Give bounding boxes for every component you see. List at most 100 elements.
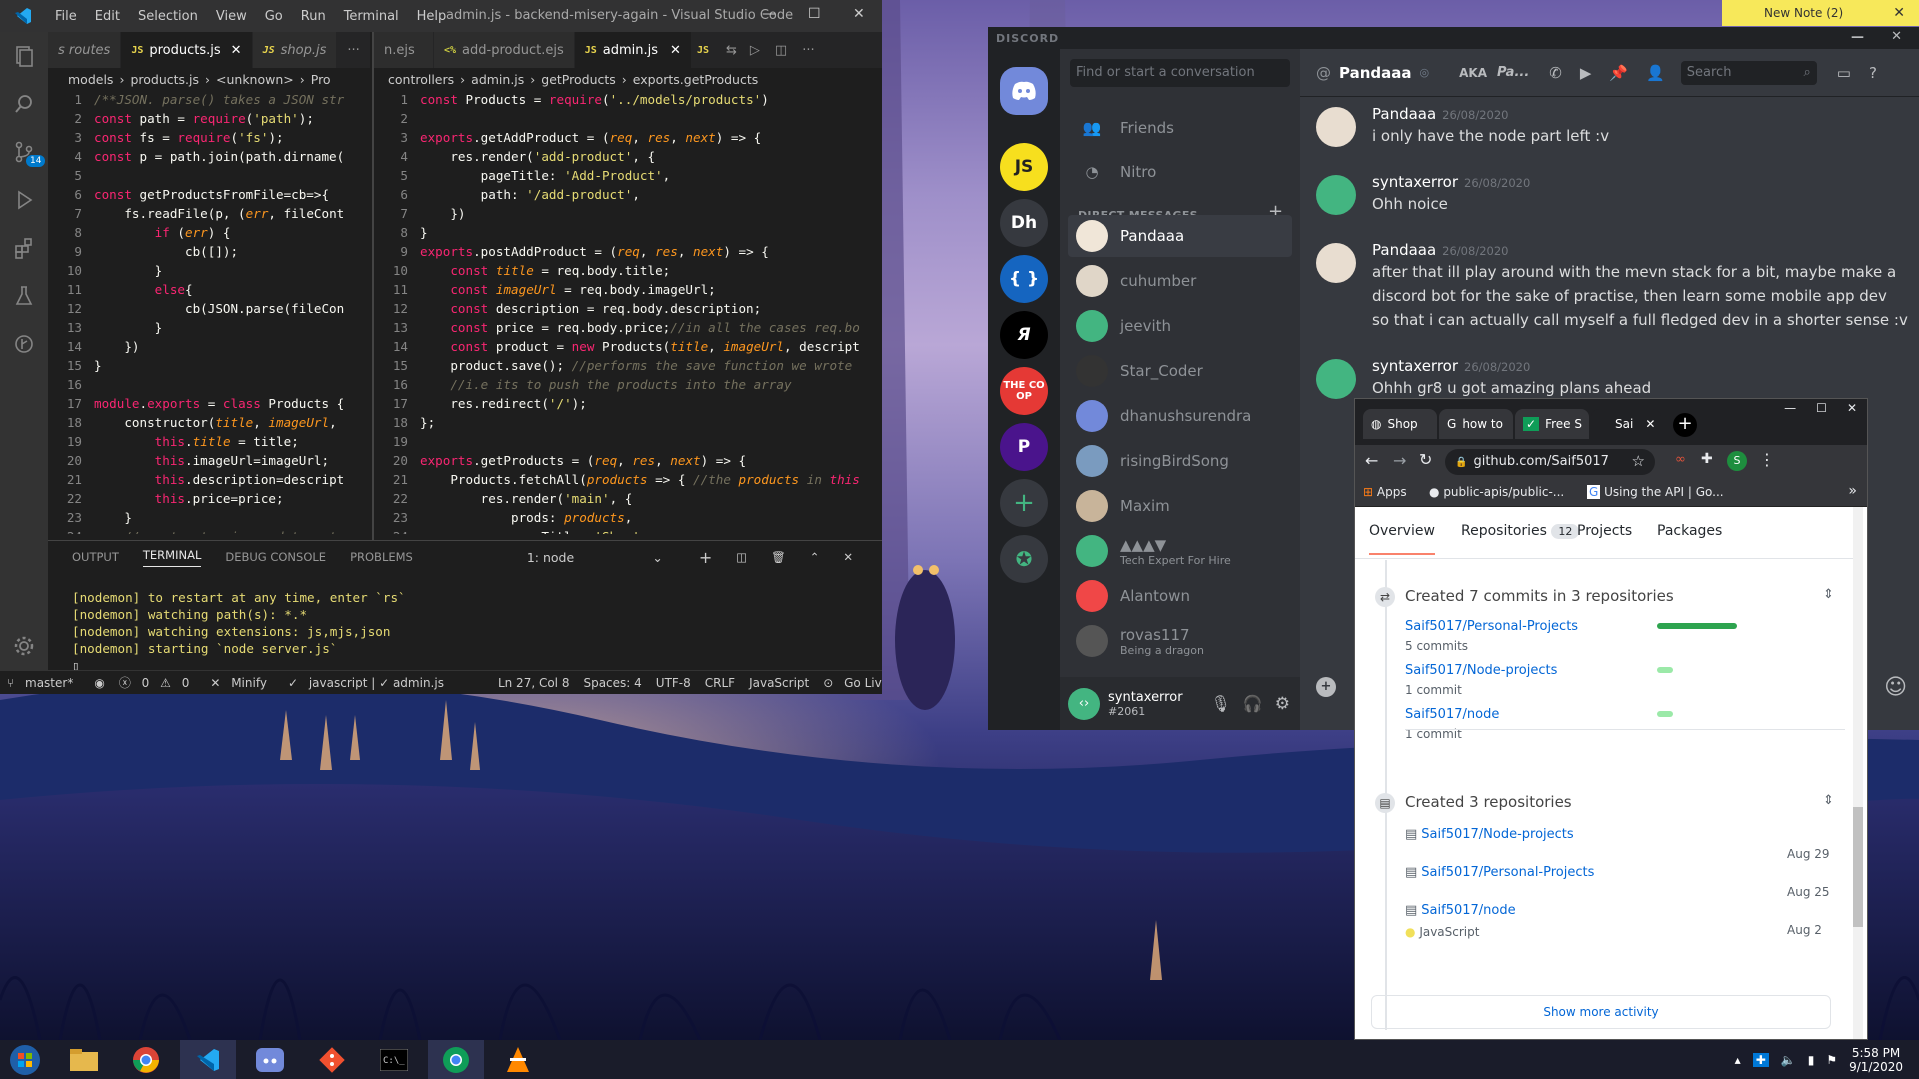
menu-run[interactable]: Run — [292, 9, 335, 24]
file-explorer-icon[interactable] — [56, 1040, 112, 1079]
maximize-icon[interactable]: ☐ — [1806, 399, 1837, 417]
message-author[interactable]: Pandaaa 26/08/2020 — [1372, 105, 1508, 123]
go-live-button[interactable]: ⊙ Go Live — [823, 676, 882, 690]
menu-terminal[interactable]: Terminal — [335, 9, 408, 24]
tab-products-js[interactable]: JS products.js ✕ — [121, 32, 253, 68]
close-tab-icon[interactable]: ✕ — [231, 43, 242, 58]
eslint-status[interactable]: ✓ javascript | ✓ admin.js — [288, 676, 451, 690]
network-icon[interactable]: ▮ — [1808, 1053, 1815, 1067]
action-center-icon[interactable]: ⚑ — [1826, 1053, 1837, 1067]
maximize-icon[interactable]: ☐ — [808, 6, 821, 22]
friends-link[interactable]: 👥 Friends — [1068, 107, 1292, 149]
tab-routes[interactable]: s routes — [48, 32, 122, 68]
trash-icon[interactable]: 🗑 — [771, 550, 786, 564]
expand-icon[interactable]: ⇕ — [1823, 793, 1834, 808]
repo-link[interactable]: ▤ Saif5017/Personal-Projects — [1405, 865, 1594, 880]
vscode-taskbar-icon[interactable] — [180, 1040, 236, 1079]
commit-repo-link[interactable]: Saif5017/Personal-Projects — [1405, 619, 1578, 634]
tab-projects[interactable]: Projects — [1577, 507, 1632, 555]
pin-icon[interactable]: 📌 — [1609, 64, 1628, 82]
dm-item[interactable]: risingBirdSong — [1068, 440, 1292, 482]
more-actions-icon[interactable]: ··· — [337, 32, 370, 68]
split-terminal-icon[interactable]: ◫ — [736, 550, 747, 564]
call-icon[interactable]: ✆ — [1549, 64, 1562, 82]
tab-add-product-ejs[interactable]: <% add-product.ejs — [434, 32, 575, 68]
language-status[interactable]: JavaScript — [749, 676, 809, 690]
bookmark-star-icon[interactable]: ☆ — [1632, 452, 1645, 470]
panel-tab-debug-console[interactable]: DEBUG CONSOLE — [225, 550, 326, 564]
message-author[interactable]: syntaxerror 26/08/2020 — [1372, 357, 1530, 375]
tray-expand-icon[interactable]: ▴ — [1735, 1053, 1741, 1067]
more-actions-icon[interactable]: ··· — [795, 32, 823, 68]
tab-shop[interactable]: ◍ Shop — [1363, 409, 1437, 439]
crumb-symbol[interactable]: Pro — [311, 72, 331, 87]
close-icon[interactable]: ✕ — [1837, 399, 1867, 417]
scrollbar[interactable] — [1853, 507, 1863, 1039]
help-icon[interactable]: ? — [1869, 64, 1877, 82]
menu-edit[interactable]: Edit — [86, 9, 129, 24]
eol-status[interactable]: CRLF — [705, 676, 735, 690]
extensions-icon[interactable] — [0, 224, 48, 272]
back-arrow-icon[interactable]: ← — [1365, 451, 1378, 470]
problems-status[interactable]: ⓧ 0 ⚠ 0 — [119, 674, 197, 691]
close-tab-icon[interactable]: ✕ — [670, 43, 681, 58]
cursor-position[interactable]: Ln 27, Col 8 — [498, 676, 570, 690]
terminal-output[interactable]: [nodemon] to restart at any time, enter … — [48, 573, 882, 674]
explorer-icon[interactable] — [0, 32, 48, 80]
dm-item[interactable]: Alantown — [1068, 575, 1292, 617]
left-code-editor[interactable]: 1/**JSON. parse() takes a JSON str 2 const… — [48, 90, 372, 534]
server-dh[interactable]: Dh — [1000, 199, 1048, 247]
minimize-icon[interactable]: — — [762, 6, 776, 22]
more-bookmarks-icon[interactable]: » — [1848, 483, 1857, 499]
close-icon[interactable]: ✕ — [843, 550, 853, 564]
run-icon[interactable]: ▷ — [742, 32, 768, 68]
crumb-models[interactable]: models — [68, 72, 113, 87]
address-bar[interactable]: 🔒 github.com/Saif5017 ☆ — [1445, 449, 1655, 475]
bookmark-public-apis[interactable]: ● public-apis/public-... — [1429, 485, 1564, 499]
chrome-window[interactable]: ◍ Shop Ghow to ✓ Free S Sai ✕ + — ☐ ✕ ← → ↻… — [1354, 398, 1868, 1040]
live-share-icon[interactable]: ◉ — [94, 676, 104, 690]
emoji-icon[interactable]: ☺ — [1884, 675, 1907, 700]
terminal-taskbar-icon[interactable]: C:\_ — [366, 1040, 422, 1079]
vlc-taskbar-icon[interactable] — [490, 1040, 546, 1079]
sticky-note-window[interactable]: New Note (2) ✕ — [1722, 0, 1919, 26]
clock[interactable]: 5:58 PM 9/1/2020 — [1849, 1046, 1903, 1074]
add-server-icon[interactable]: + — [1000, 479, 1048, 527]
terminal-select[interactable]: 1: node ⌄ — [515, 550, 675, 565]
menu-go[interactable]: Go — [256, 9, 292, 24]
menu-view[interactable]: View — [207, 9, 256, 24]
minimize-icon[interactable]: — — [1774, 399, 1806, 417]
chrome-active-taskbar-icon[interactable] — [428, 1040, 484, 1079]
crumb-controllers[interactable]: controllers — [388, 72, 454, 87]
crumb-function[interactable]: getProducts — [541, 72, 616, 87]
show-more-activity-button[interactable]: Show more activity — [1371, 995, 1831, 1029]
js-file-icon[interactable]: JS — [691, 32, 721, 68]
menu-kebab-icon[interactable]: ⋮ — [1759, 450, 1775, 469]
tab-how-to[interactable]: Ghow to — [1439, 409, 1513, 439]
crumb-file[interactable]: admin.js — [471, 72, 524, 87]
indentation-status[interactable]: Spaces: 4 — [583, 676, 641, 690]
avatar[interactable]: ‹› — [1068, 687, 1100, 720]
new-terminal-icon[interactable]: + — [699, 548, 712, 567]
repo-link[interactable]: ▤ Saif5017/Node-projects — [1405, 827, 1574, 842]
tab-shop-js[interactable]: JS shop.js — [252, 32, 338, 68]
message-author[interactable]: Pandaaa 26/08/2020 — [1372, 241, 1508, 259]
crumb-file[interactable]: products.js — [130, 72, 199, 87]
menu-file[interactable]: File — [46, 9, 86, 24]
close-tab-icon[interactable]: ✕ — [1645, 417, 1655, 431]
bluetooth-icon[interactable]: ✚ — [1752, 1052, 1769, 1067]
forward-arrow-icon[interactable]: → — [1393, 451, 1406, 470]
bookmark-using-api[interactable]: G Using the API | Go... — [1587, 485, 1724, 499]
panel-tab-terminal[interactable]: TERMINAL — [142, 548, 202, 567]
chevron-up-icon[interactable]: ⌃ — [810, 550, 820, 564]
expand-icon[interactable]: ⇕ — [1823, 587, 1834, 602]
panel-tab-problems[interactable]: PROBLEMS — [350, 550, 413, 564]
tab-packages[interactable]: Packages — [1657, 507, 1722, 555]
dm-item[interactable]: Maxim — [1068, 485, 1292, 527]
commit-repo-link[interactable]: Saif5017/node — [1405, 707, 1499, 722]
dm-item[interactable]: Pandaaa — [1068, 215, 1292, 257]
minimize-icon[interactable]: — — [1851, 30, 1865, 45]
dm-item[interactable]: rovas117 Being a dragon — [1068, 620, 1292, 662]
new-tab-plus-icon[interactable]: + — [1673, 413, 1697, 437]
profile-avatar[interactable]: S — [1727, 451, 1747, 471]
